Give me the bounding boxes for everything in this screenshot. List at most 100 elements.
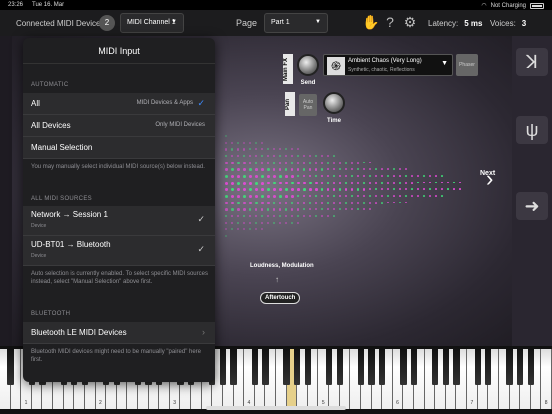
visualizer-dot [225, 221, 228, 224]
modulation-label: Loudness, Modulation [250, 263, 314, 269]
connected-count-badge[interactable]: 2 [99, 15, 115, 31]
next-chevron-icon[interactable]: › [486, 166, 493, 192]
visualizer-dot [405, 181, 407, 184]
visualizer-dot [369, 175, 372, 178]
next-instrument-icon[interactable]: ➜ [516, 192, 548, 220]
white-key[interactable]: 8 [541, 349, 552, 409]
black-key[interactable] [251, 349, 258, 385]
visualizer-dot [267, 168, 270, 171]
visualizer-dot [279, 201, 282, 205]
midi-channel-dropdown[interactable]: MIDI Channel 1 ▼ [120, 13, 184, 33]
visualizer-dot [231, 181, 235, 185]
send-knob[interactable] [297, 54, 319, 76]
visualizer-dot [237, 161, 240, 165]
visualizer-dot [249, 221, 252, 224]
visualizer-dot [285, 175, 288, 178]
source-ud-bt01[interactable]: UD-BT01 → Bluetooth Device ✓ [23, 236, 215, 266]
help-icon[interactable]: ? [382, 14, 398, 30]
pan-label: Pan [285, 92, 295, 116]
black-key[interactable] [474, 349, 481, 385]
visualizer-dot [333, 168, 336, 171]
black-key[interactable] [410, 349, 418, 385]
visualizer-dot [237, 215, 240, 218]
black-key[interactable] [325, 349, 333, 385]
black-key[interactable] [453, 349, 460, 385]
visualizer-dot [309, 201, 312, 204]
black-key[interactable] [378, 349, 386, 385]
visualizer-dot [447, 188, 449, 190]
visualizer-dot [231, 175, 234, 178]
auto-pan-button[interactable]: Auto Pan [299, 94, 317, 116]
bluetooth-le-row[interactable]: Bluetooth LE MIDI Devices › [23, 322, 215, 344]
visualizer-dot [381, 201, 383, 204]
visualizer-dot [225, 215, 228, 218]
visualizer-dot [327, 215, 329, 217]
visualizer-dot [255, 188, 258, 192]
home-indicator[interactable] [206, 406, 346, 410]
time-knob[interactable] [323, 92, 345, 114]
visualizer-dot [279, 181, 282, 185]
black-key[interactable] [527, 349, 534, 385]
visualizer-dot [345, 195, 348, 198]
tuning-fork-icon[interactable]: ψ [516, 116, 548, 144]
visualizer-dot [297, 168, 300, 171]
visualizer-dot [309, 155, 311, 157]
visualizer-dot [285, 188, 288, 192]
page-dropdown[interactable]: Part 1 ▼ [264, 13, 328, 33]
black-key[interactable] [294, 349, 301, 385]
visualizer-dot [447, 181, 449, 184]
visualizer-dot [417, 195, 419, 197]
visualizer-dot [249, 208, 252, 211]
black-key[interactable] [336, 349, 343, 385]
black-key[interactable] [506, 349, 513, 385]
black-key[interactable] [357, 349, 365, 385]
visualizer-dot [225, 168, 228, 172]
manual-note: You may manually select individual MIDI … [31, 164, 205, 170]
black-key[interactable] [368, 349, 375, 385]
option-all-devices[interactable]: All Devices Only MIDI Devices [23, 115, 215, 137]
black-key[interactable] [432, 349, 439, 385]
black-key[interactable] [442, 349, 450, 385]
instrument-harp-icon[interactable]: ꓘ [516, 48, 548, 76]
black-key[interactable] [304, 349, 312, 385]
visualizer-dot [261, 161, 264, 165]
visualizer-dot [261, 155, 264, 158]
black-key[interactable] [516, 349, 524, 385]
option-manual-selection[interactable]: Manual Selection [23, 137, 215, 159]
visualizer-dot [441, 181, 443, 184]
visualizer-dot [363, 201, 365, 204]
midi-channel-value: MIDI Channel 1 [127, 19, 176, 26]
visualizer-dot [321, 208, 324, 211]
black-key[interactable] [230, 349, 237, 385]
visualizer-dot [291, 221, 293, 224]
time-label: Time [327, 118, 341, 124]
visualizer-dot [297, 215, 300, 218]
battery-icon [530, 2, 544, 9]
black-key[interactable] [485, 349, 492, 385]
black-key[interactable] [219, 349, 227, 385]
black-key[interactable] [7, 349, 14, 385]
autopan-line2: Pan [303, 105, 313, 111]
visualizer-dot [309, 215, 311, 217]
black-key[interactable] [262, 349, 269, 385]
octave-label: 1 [24, 400, 28, 406]
hand-icon[interactable]: ✋ [362, 14, 379, 30]
visualizer-dot [333, 181, 336, 185]
fx-preset-dropdown[interactable]: ֍ Ambient Chaos (Very Long) Synthetic, c… [323, 54, 453, 76]
visualizer-dot [261, 215, 264, 218]
option-all[interactable]: All MIDI Devices & Apps ✓ [23, 93, 215, 115]
visualizer-dot [297, 155, 300, 158]
visualizer-dot [339, 168, 342, 171]
visualizer-dot [333, 155, 335, 157]
black-key[interactable] [283, 349, 290, 385]
visualizer-dot [321, 195, 324, 198]
option-detail: Only MIDI Devices [155, 122, 205, 128]
phaser-button[interactable]: Phaser [456, 54, 478, 76]
source-network-session[interactable]: Network → Session 1 Device ✓ [23, 206, 215, 236]
gear-icon[interactable]: ⚙ [402, 14, 418, 30]
black-key[interactable] [400, 349, 407, 385]
visualizer-dot [351, 188, 354, 191]
visualizer-dot [423, 175, 425, 177]
visualizer-dot [375, 195, 377, 197]
visualizer-dot [291, 155, 294, 158]
